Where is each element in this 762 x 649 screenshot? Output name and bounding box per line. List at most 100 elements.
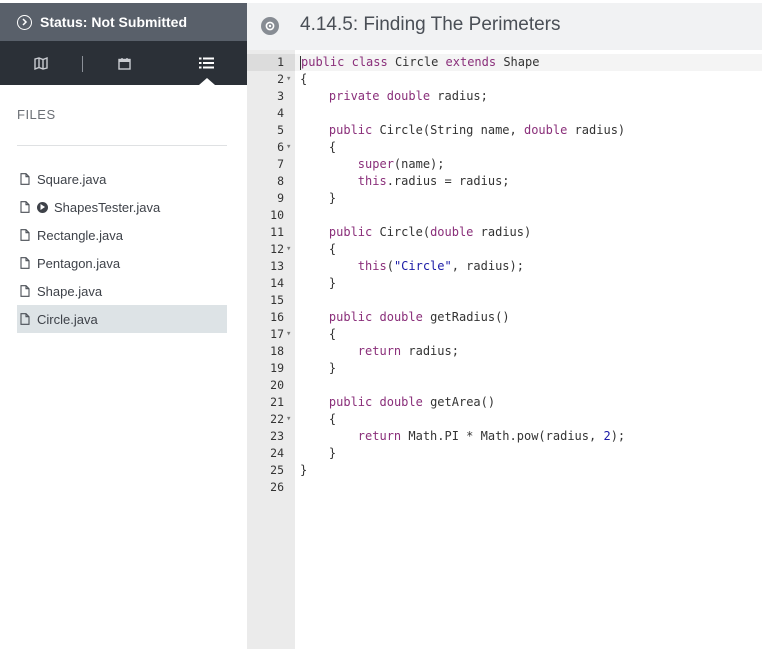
code-token: , radius); (451, 259, 524, 273)
code-token: { (300, 72, 308, 86)
line-number: 11 (270, 225, 284, 239)
fold-arrow-icon[interactable]: ▾ (286, 241, 291, 258)
fold-arrow-icon[interactable]: ▾ (286, 71, 291, 88)
file-name: Circle.java (37, 311, 98, 327)
line-number: 25 (270, 463, 284, 477)
line-number: 18 (270, 344, 284, 358)
file-name: Pentagon.java (37, 255, 121, 271)
code-token: } (300, 276, 337, 290)
file-name: Square.java (37, 171, 107, 187)
code-token: Circle( (372, 225, 431, 239)
code-text: public double getArea() (300, 394, 495, 411)
code-line: 9 } (247, 190, 762, 207)
code-line: 12 ▾ { (247, 241, 762, 258)
code-token: class (351, 55, 388, 69)
line-number: 14 (270, 276, 284, 290)
sidebar: Status: Not Submitted FILES Square.java … (0, 0, 247, 649)
code-token: { (300, 327, 337, 341)
code-line: 18 return radius; (247, 343, 762, 360)
play-icon (37, 201, 48, 213)
file-item[interactable]: Circle.java (17, 305, 227, 333)
code-token: return (357, 344, 402, 358)
line-number: 26 (270, 480, 284, 494)
code-line: 3 private double radius; (247, 88, 762, 105)
code-line: 26 (247, 479, 762, 496)
code-token: getArea() (422, 395, 496, 409)
fold-arrow-icon[interactable]: ▾ (286, 326, 291, 343)
line-number: 5 (277, 123, 284, 137)
map-button[interactable] (0, 41, 82, 85)
code-line: 6 ▾ { (247, 139, 762, 156)
file-item[interactable]: ShapesTester.java (17, 193, 227, 221)
code-text: { (300, 326, 336, 343)
code-token: radius) (567, 123, 626, 137)
code-token: } (300, 361, 337, 375)
code-token: public (328, 123, 373, 137)
code-text: private double radius; (300, 88, 488, 105)
line-number: 24 (270, 446, 284, 460)
code-token: { (300, 242, 337, 256)
line-number: 20 (270, 378, 284, 392)
code-token: (name); (393, 157, 445, 171)
code-line: 2 ▾ { (247, 71, 762, 88)
code-text: return radius; (300, 343, 459, 360)
file-icon (20, 229, 30, 241)
list-icon (198, 57, 214, 69)
line-number: 10 (270, 208, 284, 222)
code-token: super (357, 157, 394, 171)
code-token: this (357, 259, 387, 273)
line-number: 23 (270, 429, 284, 443)
code-token: private (328, 89, 380, 103)
code-token: this (357, 174, 387, 188)
code-line: 11 public Circle(double radius) (247, 224, 762, 241)
line-number: 19 (270, 361, 284, 375)
line-number: 22 (270, 412, 284, 426)
line-number: 13 (270, 259, 284, 273)
code-line: 14 } (247, 275, 762, 292)
code-token: radius; (401, 344, 459, 358)
fold-arrow-icon[interactable]: ▾ (286, 411, 291, 428)
line-number: 16 (270, 310, 284, 324)
code-lines[interactable]: 1 public class Circle extends Shape 2 ▾{3 p… (247, 54, 762, 496)
fold-arrow-icon[interactable]: ▾ (286, 139, 291, 156)
file-item[interactable]: Shape.java (17, 277, 227, 305)
file-icon (20, 173, 30, 185)
line-number: 6 (277, 140, 284, 154)
sidebar-nav (0, 41, 247, 85)
code-text: public Circle(String name, double radius… (300, 122, 625, 139)
line-number: 7 (277, 157, 284, 171)
code-token: } (300, 191, 337, 205)
code-line: 25} (247, 462, 762, 479)
gear-icon[interactable] (261, 17, 279, 35)
code-line: 15 (247, 292, 762, 309)
line-number: 8 (277, 174, 284, 188)
code-token: public (328, 225, 373, 239)
code-token: } (300, 463, 308, 477)
file-list: Square.java ShapesTester.java Rectangle.ja… (17, 165, 227, 333)
code-token: "Circle" (393, 259, 452, 273)
line-number: 1 (277, 55, 284, 69)
page-title: 4.14.5: Finding The Perimeters (300, 14, 561, 35)
file-icon (20, 285, 30, 297)
status-bar[interactable]: Status: Not Submitted (0, 3, 247, 41)
code-line: 20 (247, 377, 762, 394)
code-text: } (300, 275, 336, 292)
editor-header: 4.14.5: Finding The Perimeters (247, 3, 762, 50)
calendar-button[interactable] (83, 41, 165, 85)
file-item[interactable]: Rectangle.java (17, 221, 227, 249)
code-text: return Math.PI * Math.pow(radius, 2); (300, 428, 625, 445)
file-item[interactable]: Square.java (17, 165, 227, 193)
line-number: 9 (277, 191, 284, 205)
file-item[interactable]: Pentagon.java (17, 249, 227, 277)
file-icon (20, 201, 30, 213)
code-text: this("Circle", radius); (300, 258, 524, 275)
code-line: 24 } (247, 445, 762, 462)
code-token: ); (610, 429, 626, 443)
